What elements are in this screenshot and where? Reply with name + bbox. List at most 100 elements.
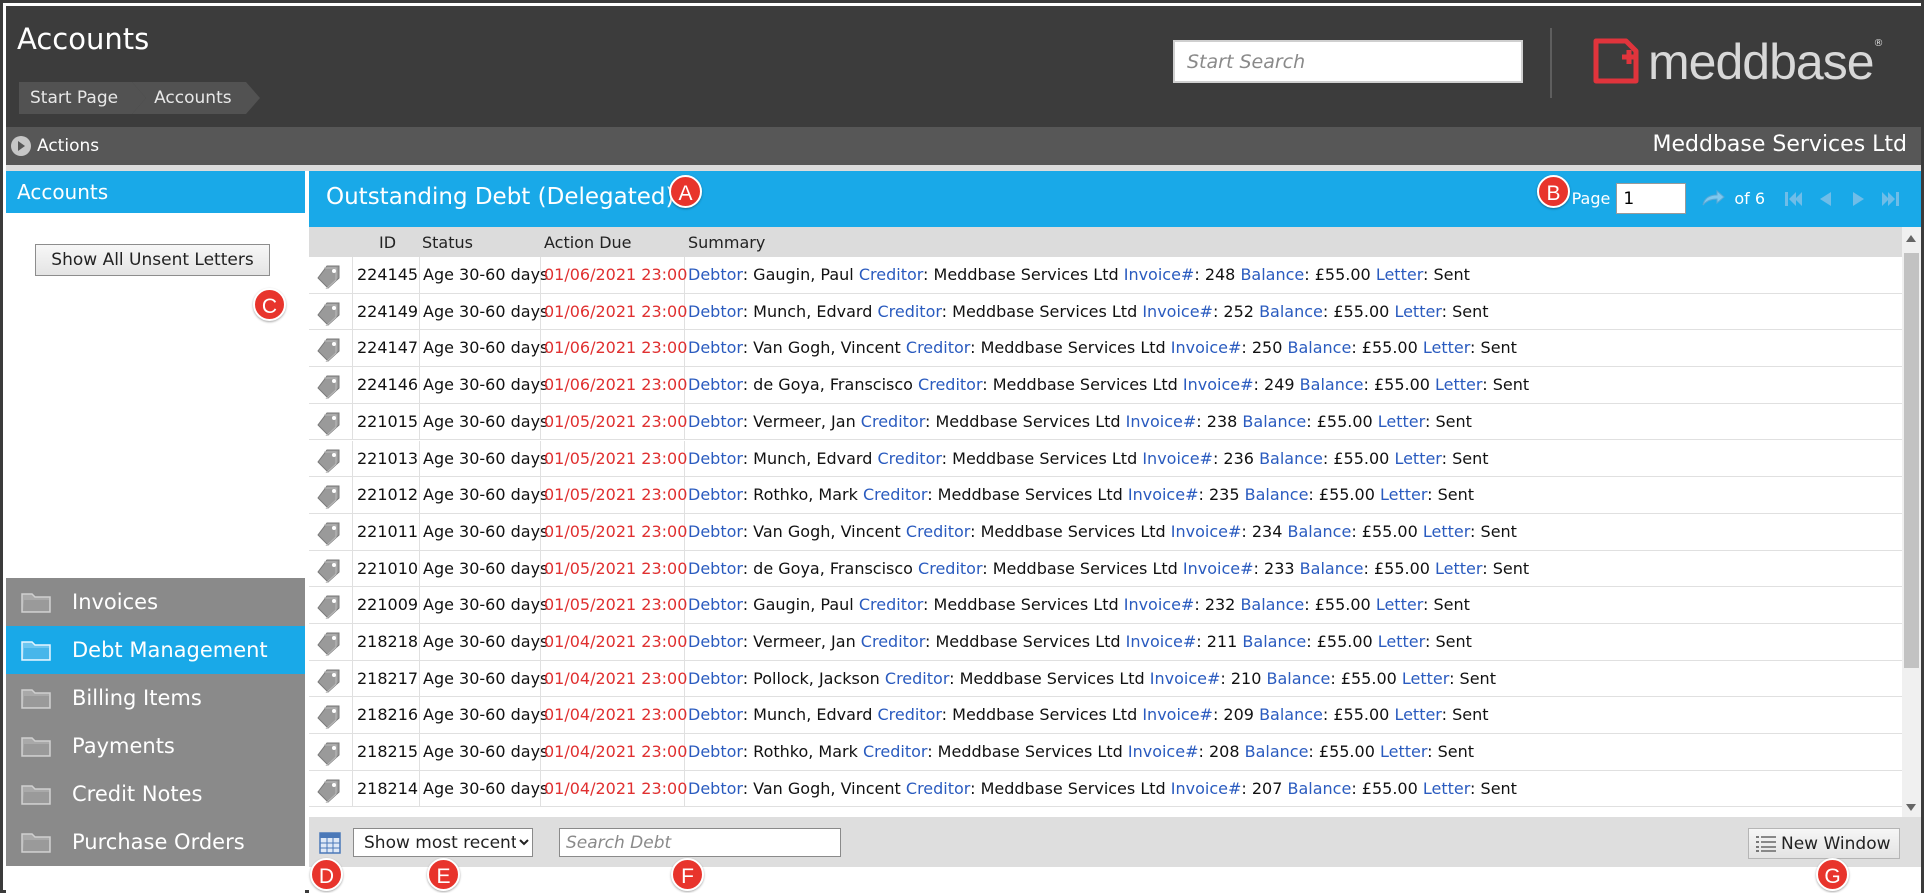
debt-grid: 224145 Age 30-60 days 01/06/2021 23:00 Debt… [309,257,1902,817]
first-page-icon[interactable] [1781,189,1807,209]
sidebar-item-debt-management[interactable]: Debt Management [6,626,305,674]
show-most-recent-dropdown[interactable]: Show most recent [353,828,533,857]
table-row[interactable]: 224146 Age 30-60 days 01/06/2021 23:00 Debt… [309,367,1902,404]
table-row[interactable]: 224147 Age 30-60 days 01/06/2021 23:00 Debt… [309,330,1902,368]
arrow-circle-icon [11,136,31,156]
folder-icon [21,689,51,709]
tag-icon[interactable] [315,373,343,400]
summary-key-creditor: Creditor [877,301,942,321]
column-divider [419,257,420,293]
cell-summary: Debtor: Rothko, Mark Creditor: Meddbase … [688,742,1475,762]
new-window-button[interactable]: New Window [1748,828,1900,859]
show-all-unsent-letters-button[interactable]: Show All Unsent Letters [35,244,270,276]
tag-icon[interactable] [315,740,343,767]
summary-key-letter: Letter [1379,742,1428,762]
sidebar-item-payments[interactable]: Payments [6,722,305,770]
breadcrumb-accounts[interactable]: Accounts [132,82,260,114]
cell-action-due: 01/05/2021 23:00 [544,411,688,431]
summary-key-balance: Balance [1287,338,1352,358]
column-header-action-due[interactable]: Action Due [544,233,632,252]
summary-balance: £55.00 [1361,521,1418,541]
summary-key-balance: Balance [1259,301,1323,321]
table-row[interactable]: 221011 Age 30-60 days 01/05/2021 23:00 Debt… [309,513,1902,551]
breadcrumb-start-page[interactable]: Start Page [19,82,147,114]
tag-icon[interactable] [315,667,343,693]
table-row[interactable]: 218218 Age 30-60 days 01/04/2021 23:00 Debt… [309,624,1902,661]
column-divider [419,697,420,734]
table-row[interactable]: 218217 Age 30-60 days 01/04/2021 23:00 Debt… [309,660,1902,698]
tag-icon[interactable] [315,263,343,289]
column-divider [419,367,420,404]
summary-key-creditor: Creditor [860,411,925,431]
column-divider [352,734,353,771]
tag-icon[interactable] [315,336,343,363]
table-row[interactable]: 221012 Age 30-60 days 01/05/2021 23:00 Debt… [309,477,1902,514]
tag-icon[interactable] [315,557,343,583]
sidebar-item-credit-notes[interactable]: Credit Notes [6,770,305,818]
summary-key-balance: Balance [1266,668,1331,688]
tag-icon[interactable] [315,447,343,473]
sidebar-item-purchase-orders[interactable]: Purchase Orders [6,818,305,866]
summary-key-creditor: Creditor [862,485,928,505]
column-divider [352,257,353,293]
column-header-status[interactable]: Status [422,233,473,252]
cell-status: Age 30-60 days [423,485,549,505]
sidebar-item-billing-items[interactable]: Billing Items [6,674,305,722]
summary-debtor: Vermeer, Jan [753,632,856,651]
start-search-input[interactable] [1173,40,1523,83]
sidebar: Accounts Show All Unsent Letters Invoice… [6,171,305,893]
summary-key-invoice: Invoice# [1125,411,1197,431]
column-divider [419,403,420,440]
next-page-icon[interactable] [1845,189,1871,209]
go-to-page-icon[interactable] [1700,189,1726,209]
page-number-input[interactable] [1616,183,1687,214]
summary-key-balance: Balance [1242,411,1307,431]
table-row[interactable]: 221009 Age 30-60 days 01/05/2021 23:00 Debt… [309,587,1902,624]
sidebar-item-invoices[interactable]: Invoices [6,578,305,626]
vertical-scrollbar[interactable] [1902,227,1921,817]
tag-icon[interactable] [315,593,343,620]
cell-status: Age 30-60 days [423,448,549,468]
callout-marker-a: A [669,175,702,208]
table-row[interactable]: 218216 Age 30-60 days 01/04/2021 23:00 Debt… [309,697,1902,735]
table-row[interactable]: 224149 Age 30-60 days 01/06/2021 23:00 Debt… [309,293,1902,331]
summary-key-invoice: Invoice# [1182,558,1254,578]
cell-summary: Debtor: Van Gogh, Vincent Creditor: Medd… [688,521,1517,541]
summary-balance: £55.00 [1373,558,1430,578]
tag-icon[interactable] [315,483,343,510]
summary-key-letter: Letter [1422,338,1471,358]
cell-id: 224145 [357,265,419,284]
table-row[interactable]: 221010 Age 30-60 days 01/05/2021 23:00 Debt… [309,550,1902,588]
cell-summary: Debtor: Gaugin, Paul Creditor: Meddbase … [688,595,1470,615]
tag-icon[interactable] [315,703,343,730]
scroll-up-arrow-icon[interactable] [1906,235,1916,242]
table-row[interactable]: 218215 Age 30-60 days 01/04/2021 23:00 Debt… [309,734,1902,771]
tag-icon[interactable] [315,630,343,656]
cell-action-due: 01/05/2021 23:00 [544,595,688,615]
cell-status: Age 30-60 days [423,265,549,284]
summary-key-balance: Balance [1299,375,1364,395]
tag-icon[interactable] [315,777,343,803]
last-page-icon[interactable] [1877,189,1903,209]
column-header-id[interactable]: ID [379,233,396,252]
cell-summary: Debtor: Vermeer, Jan Creditor: Meddbase … [688,632,1472,651]
table-row[interactable]: 218214 Age 30-60 days 01/04/2021 23:00 Debt… [309,770,1902,808]
actions-button[interactable]: Actions [11,136,99,156]
scroll-thumb[interactable] [1904,253,1919,668]
summary-debtor: Van Gogh, Vincent [753,778,901,798]
summary-balance: £55.00 [1333,301,1390,321]
search-debt-input[interactable] [559,828,841,857]
logo-registered-mark: ® [1873,38,1884,49]
summary-key-invoice: Invoice# [1142,705,1213,725]
table-row[interactable]: 221013 Age 30-60 days 01/05/2021 23:00 Debt… [309,440,1902,478]
previous-page-icon[interactable] [1813,189,1839,209]
column-header-summary[interactable]: Summary [688,233,765,252]
table-row[interactable]: 221015 Age 30-60 days 01/05/2021 23:00 Debt… [309,403,1902,441]
tag-icon[interactable] [315,520,343,546]
tag-icon[interactable] [315,410,343,436]
grid-settings-icon[interactable] [319,832,341,854]
table-row[interactable]: 224145 Age 30-60 days 01/06/2021 23:00 Debt… [309,257,1902,294]
scroll-down-arrow-icon[interactable] [1906,804,1916,811]
summary-letter: Sent [1437,742,1475,762]
tag-icon[interactable] [315,300,343,326]
